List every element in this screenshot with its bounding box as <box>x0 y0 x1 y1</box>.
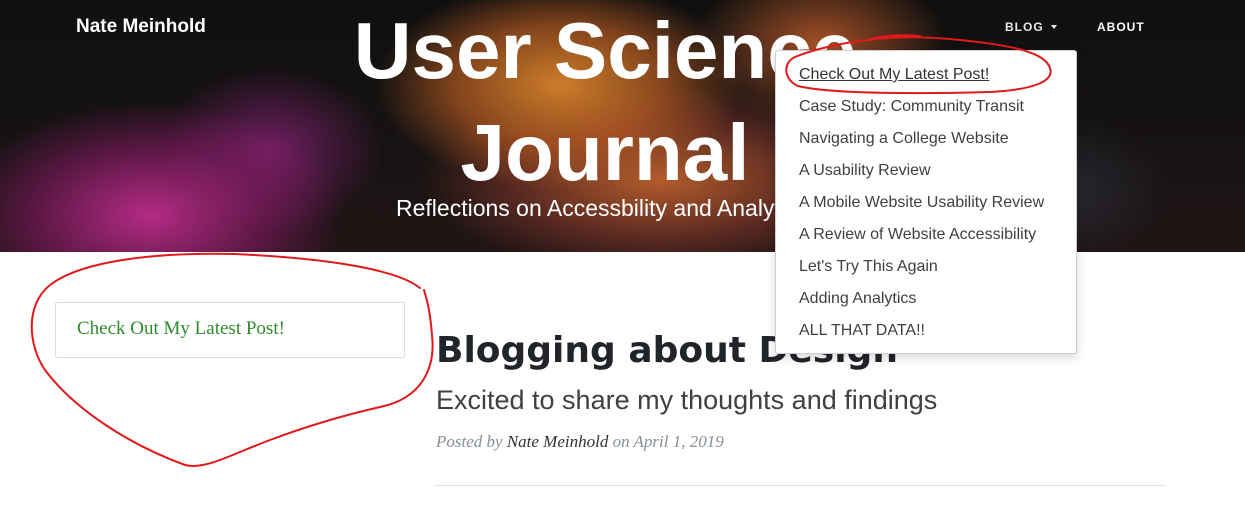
dropdown-item-mobile-usability-review[interactable]: A Mobile Website Usability Review <box>776 187 1076 219</box>
dropdown-item-college-website[interactable]: Navigating a College Website <box>776 123 1076 155</box>
post-meta: Posted by Nate Meinhold on April 1, 2019 <box>436 432 724 452</box>
post-meta-posted-by: Posted by <box>436 432 503 451</box>
post-divider <box>434 485 1166 486</box>
dropdown-item-latest-post[interactable]: Check Out My Latest Post! <box>776 59 1076 91</box>
post-meta-on: on <box>612 432 630 451</box>
dropdown-item-adding-analytics[interactable]: Adding Analytics <box>776 283 1076 315</box>
dropdown-item-usability-review[interactable]: A Usability Review <box>776 155 1076 187</box>
nav-about-link[interactable]: ABOUT <box>1097 20 1145 34</box>
site-subtitle: Reflections on Accessbility and Analytic… <box>396 195 809 221</box>
caret-down-icon <box>1050 25 1057 29</box>
nav-blog-dropdown-toggle[interactable]: BLOG <box>1005 20 1057 34</box>
sidebar-latest-post-link[interactable]: Check Out My Latest Post! <box>77 318 285 340</box>
post-author-link[interactable]: Nate Meinhold <box>507 432 609 451</box>
site-brand-link[interactable]: Nate Meinhold <box>76 16 206 38</box>
annotation-circle-sidebar-box <box>30 252 434 467</box>
sidebar-latest-post-box: Check Out My Latest Post! <box>55 302 405 358</box>
post-date: April 1, 2019 <box>633 432 724 451</box>
dropdown-item-community-transit[interactable]: Case Study: Community Transit <box>776 91 1076 123</box>
dropdown-item-all-that-data[interactable]: ALL THAT DATA!! <box>776 315 1076 347</box>
blog-dropdown-menu: Check Out My Latest Post! Case Study: Co… <box>775 50 1077 354</box>
dropdown-item-try-again[interactable]: Let's Try This Again <box>776 251 1076 283</box>
nav-blog-label: BLOG <box>1005 20 1044 34</box>
post-subtitle: Excited to share my thoughts and finding… <box>436 385 938 415</box>
dropdown-item-accessibility-review[interactable]: A Review of Website Accessibility <box>776 219 1076 251</box>
